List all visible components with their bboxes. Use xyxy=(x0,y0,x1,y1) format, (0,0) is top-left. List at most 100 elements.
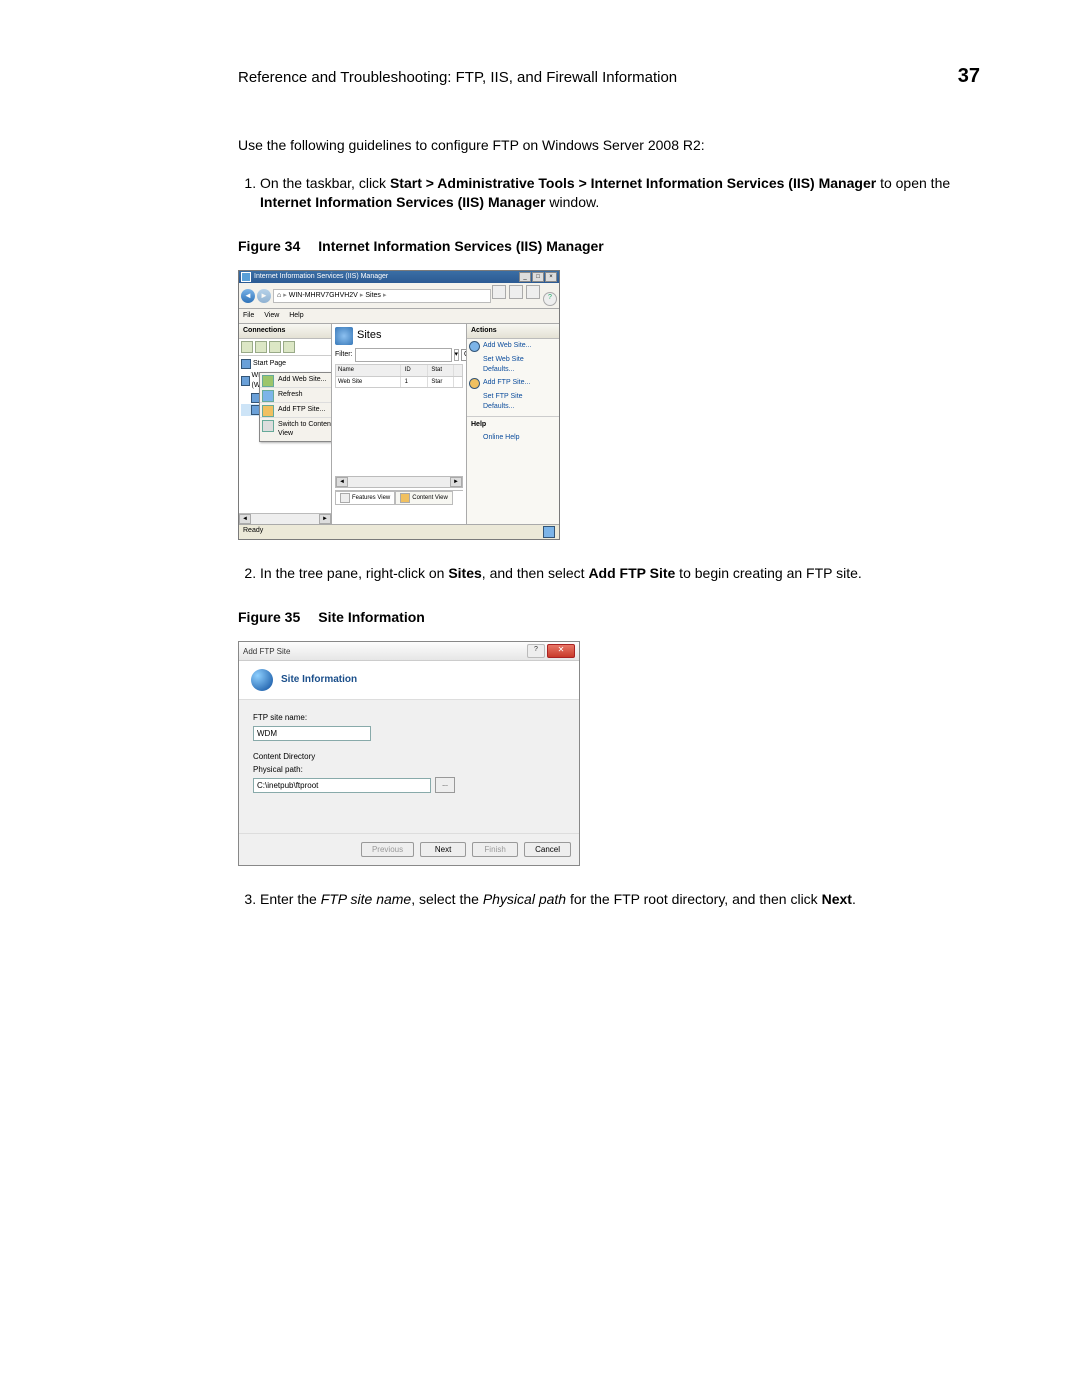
back-button[interactable]: ◄ xyxy=(241,289,255,303)
globe-icon xyxy=(251,669,273,691)
step-3: Enter the FTP site name, select the Phys… xyxy=(260,890,980,910)
status-bar: Ready xyxy=(239,524,559,539)
step-list-1: On the taskbar, click Start > Administra… xyxy=(238,174,980,213)
sites-table: Name ID Stat Web Site 1 Star xyxy=(335,364,463,388)
maximize-button[interactable]: □ xyxy=(532,272,544,282)
add-web-icon xyxy=(262,375,274,387)
content-view-tab[interactable]: Content View xyxy=(395,491,453,505)
close-button[interactable]: × xyxy=(545,272,557,282)
menu-help[interactable]: Help xyxy=(289,312,303,319)
step-1: On the taskbar, click Start > Administra… xyxy=(260,174,980,213)
intro-text: Use the following guidelines to configur… xyxy=(238,136,980,156)
connections-pane: Connections Start Page WIN-MHRV7GHVH2V (… xyxy=(239,324,332,524)
ftp-site-name-label: FTP site name: xyxy=(253,712,565,723)
conn-tool2[interactable] xyxy=(255,341,267,353)
switch-view-icon xyxy=(262,420,274,432)
filter-dropdown-icon[interactable]: ▾ xyxy=(454,349,460,361)
help-button[interactable]: ? xyxy=(527,644,545,658)
browse-button[interactable]: ... xyxy=(435,777,455,793)
dialog-heading: Site Information xyxy=(281,673,357,687)
figure35-caption: Figure 35Site Information xyxy=(238,608,980,628)
window-titlebar[interactable]: Internet Information Services (IIS) Mana… xyxy=(239,271,559,283)
connections-toolbar xyxy=(239,339,331,356)
figure34-caption: Figure 34Internet Information Services (… xyxy=(238,237,980,257)
nav-btn2[interactable] xyxy=(509,285,523,299)
menu-view[interactable]: View xyxy=(264,312,279,319)
connections-header: Connections xyxy=(239,324,331,339)
app-icon xyxy=(241,272,251,282)
col-status[interactable]: Stat xyxy=(429,365,454,375)
sites-big-icon xyxy=(335,327,353,345)
ctx-refresh[interactable]: Refresh xyxy=(260,388,332,403)
ctx-add-ftp-site[interactable]: Add FTP Site... xyxy=(260,403,332,418)
finish-button[interactable]: Finish xyxy=(472,842,518,857)
col-id[interactable]: ID xyxy=(403,365,428,375)
cancel-button[interactable]: Cancel xyxy=(524,842,571,857)
conn-tool4[interactable] xyxy=(283,341,295,353)
conn-tool1[interactable] xyxy=(241,341,253,353)
actions-help-section: Help xyxy=(467,416,559,431)
nav-right-buttons: ? xyxy=(491,285,557,306)
step-list-2: In the tree pane, right-click on Sites, … xyxy=(238,564,980,584)
refresh-icon xyxy=(262,390,274,402)
status-icon xyxy=(543,526,555,538)
action-set-ftp-defaults[interactable]: Set FTP Site Defaults... xyxy=(467,390,559,414)
ftp-icon xyxy=(469,378,480,389)
center-title-row: Sites xyxy=(335,327,463,345)
dialog-titlebar[interactable]: Add FTP Site ? ✕ xyxy=(239,642,579,661)
ctx-switch-view[interactable]: Switch to Content View xyxy=(260,418,332,442)
filter-input[interactable] xyxy=(355,348,452,362)
globe-icon xyxy=(469,341,480,352)
col-name[interactable]: Name xyxy=(336,365,401,375)
actions-pane: Actions Add Web Site... Set Web Site Def… xyxy=(467,324,559,524)
features-view-icon xyxy=(340,493,350,503)
filter-row: Filter: ▾ Go xyxy=(335,348,463,362)
content-directory-label: Content Directory xyxy=(253,751,565,762)
action-set-web-defaults[interactable]: Set Web Site Defaults... xyxy=(467,353,559,377)
center-pane: Sites Filter: ▾ Go Name ID Stat Web Site xyxy=(332,324,467,524)
step-list-3: Enter the FTP site name, select the Phys… xyxy=(238,890,980,910)
view-tabs: Features View Content View xyxy=(335,490,463,505)
status-text: Ready xyxy=(243,526,263,538)
forward-button[interactable]: ► xyxy=(257,289,271,303)
dialog-buttons: Previous Next Finish Cancel xyxy=(239,833,579,865)
next-button[interactable]: Next xyxy=(420,842,466,857)
action-online-help[interactable]: Online Help xyxy=(467,431,559,445)
tree-start-page[interactable]: Start Page xyxy=(241,358,329,370)
filter-label: Filter: xyxy=(335,350,353,360)
page-number: 37 xyxy=(958,62,980,90)
conn-tool3[interactable] xyxy=(269,341,281,353)
physical-path-label: Physical path: xyxy=(253,764,565,775)
ftp-site-name-input[interactable]: WDM xyxy=(253,726,371,741)
action-add-ftp-site[interactable]: Add FTP Site... xyxy=(467,376,559,390)
dialog-header: Site Information xyxy=(239,661,579,700)
iis-manager-window: Internet Information Services (IIS) Mana… xyxy=(238,270,560,540)
server-icon xyxy=(241,376,250,386)
add-ftp-site-dialog: Add FTP Site ? ✕ Site Information FTP si… xyxy=(238,641,580,866)
page-icon xyxy=(241,359,251,369)
action-add-web-site[interactable]: Add Web Site... xyxy=(467,339,559,353)
step-2: In the tree pane, right-click on Sites, … xyxy=(260,564,980,584)
home-icon[interactable]: ⌂ xyxy=(277,291,281,301)
help-icon[interactable]: ? xyxy=(543,292,557,306)
menu-file[interactable]: File xyxy=(243,312,254,319)
header-title: Reference and Troubleshooting: FTP, IIS,… xyxy=(238,67,677,88)
ctx-add-web-site[interactable]: Add Web Site... xyxy=(260,373,332,388)
breadcrumb[interactable]: ⌂▸ WIN-MHRV7GHVH2V▸ Sites▸ xyxy=(273,289,491,303)
physical-path-input[interactable]: C:\inetpub\ftproot xyxy=(253,778,431,793)
menu-bar: File View Help xyxy=(239,309,559,324)
nav-btn3[interactable] xyxy=(526,285,540,299)
center-hscroll[interactable]: ◄► xyxy=(335,476,463,488)
minimize-button[interactable]: _ xyxy=(519,272,531,282)
dialog-body: FTP site name: WDM Content Directory Phy… xyxy=(239,700,579,833)
content-view-icon xyxy=(400,493,410,503)
page-header: Reference and Troubleshooting: FTP, IIS,… xyxy=(238,62,980,90)
table-row[interactable]: Web Site 1 Star xyxy=(336,377,462,387)
features-view-tab[interactable]: Features View xyxy=(335,491,395,505)
center-title: Sites xyxy=(357,328,381,343)
conn-hscroll[interactable]: ◄► xyxy=(239,513,331,524)
actions-header: Actions xyxy=(467,324,559,339)
previous-button[interactable]: Previous xyxy=(361,842,414,857)
nav-btn1[interactable] xyxy=(492,285,506,299)
close-icon[interactable]: ✕ xyxy=(547,644,575,658)
